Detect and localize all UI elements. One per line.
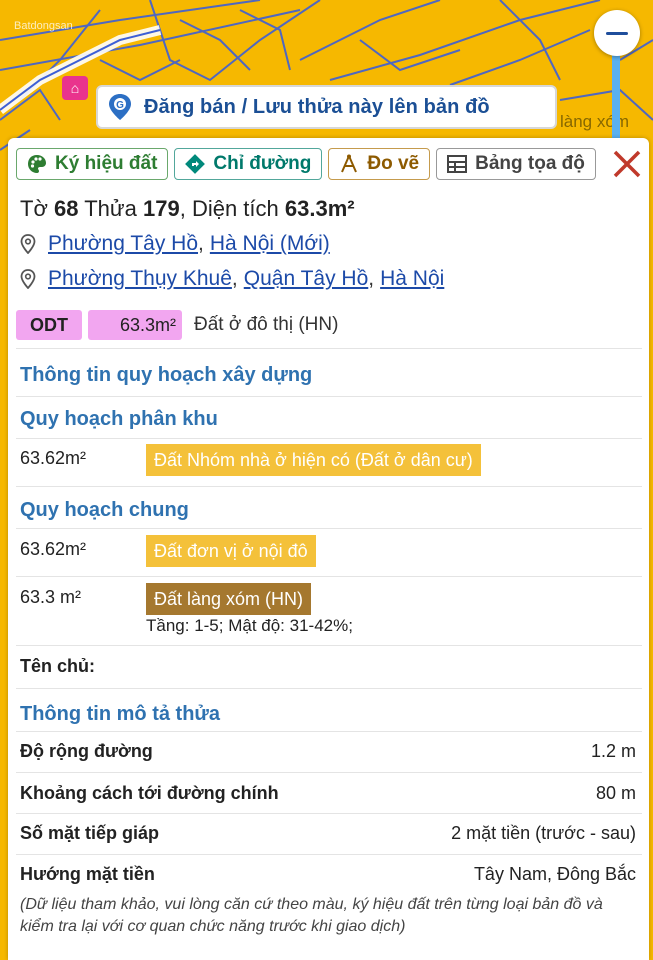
location-g-icon: G: [109, 94, 131, 120]
divider: [16, 486, 642, 487]
divider: [16, 438, 642, 439]
desc-row-road-width: Độ rộng đường 1.2 m: [20, 741, 636, 762]
divider: [16, 772, 642, 773]
measure-icon: [341, 154, 358, 173]
divider: [16, 396, 642, 397]
city-old-link[interactable]: Hà Nội: [380, 267, 444, 291]
land-code-badge: ODT: [16, 310, 82, 340]
disclaimer-text: (Dữ liệu tham khảo, vui lòng căn cứ theo…: [20, 896, 603, 935]
post-parcel-label: Đăng bán / Lưu thửa này lên bản đồ: [144, 95, 490, 118]
divider: [16, 348, 642, 349]
divider: [16, 576, 642, 577]
desc-row-direction: Hướng mặt tiền Tây Nam, Đông Bắc: [20, 864, 636, 885]
directions-button[interactable]: Chỉ đường: [174, 148, 323, 180]
zone-tag: Đất Nhóm nhà ở hiện có (Đất ở dân cư): [146, 444, 481, 476]
coord-table-label: Bảng tọa độ: [475, 153, 585, 174]
address-old: Phường Thụy Khuê, Quận Tây Hồ, Hà Nội: [20, 267, 444, 291]
parcel-number: 179: [142, 196, 180, 221]
general-tag-1: Đất đơn vị ở nội đô: [146, 535, 316, 567]
palette-icon: [28, 155, 46, 173]
desc-row-frontage: Số mặt tiếp giáp 2 mặt tiền (trước - sau…: [20, 823, 636, 844]
general-planning-title: Quy hoạch chung: [20, 499, 189, 521]
general-tag-2: Đất làng xóm (HN): [146, 583, 312, 615]
parcel-title: Tờ 68 Thửa 179, Diện tích 63.3m²: [20, 196, 355, 221]
desc-value: 2 mặt tiền (trước - sau): [451, 823, 636, 843]
map-watermark: Batdongsan: [14, 20, 73, 32]
divider: [16, 731, 642, 732]
divider: [16, 688, 642, 689]
desc-key: Hướng mặt tiền: [20, 864, 155, 884]
location-pin-icon: [20, 234, 36, 254]
zoom-out-button[interactable]: [594, 10, 640, 56]
land-type-desc: Đất ở đô thị (HN): [194, 314, 339, 335]
location-pin-icon: [20, 269, 36, 289]
table-icon: [447, 155, 468, 173]
general-note: Tầng: 1-5; Mật độ: 31-42%;: [146, 616, 353, 635]
divider: [16, 528, 642, 529]
district-old-link[interactable]: Quận Tây Hồ: [244, 267, 369, 291]
desc-value: Tây Nam, Đông Bắc: [473, 864, 636, 884]
general-area-1: 63.62m²: [20, 539, 87, 559]
parcel-area: 63.3m²: [284, 196, 355, 221]
planning-section-title: Thông tin quy hoạch xây dựng: [20, 364, 313, 386]
city-new-link[interactable]: Hà Nội (Mới): [210, 232, 330, 256]
minus-icon: [606, 31, 628, 35]
desc-key: Khoảng cách tới đường chính: [20, 783, 279, 803]
directions-label: Chỉ đường: [213, 153, 312, 174]
ward-new-link[interactable]: Phường Tây Hồ: [48, 232, 198, 256]
parcel-label: Thửa: [84, 196, 137, 221]
area-label: Diện tích: [191, 196, 279, 221]
desc-row-distance: Khoảng cách tới đường chính 80 m: [20, 783, 636, 804]
desc-key: Số mặt tiếp giáp: [20, 823, 160, 843]
general-area-2: 63.3 m²: [20, 587, 82, 607]
divider: [16, 645, 642, 646]
sheet-label: Tờ: [20, 196, 48, 221]
description-section-title: Thông tin mô tả thửa: [20, 703, 221, 725]
coord-table-button[interactable]: Bảng tọa độ: [436, 148, 596, 180]
land-symbol-label: Ký hiệu đất: [55, 153, 158, 174]
parcel-info-panel: Ký hiệu đất Chỉ đường Đo vẽ Bảng tọa độ …: [8, 138, 649, 960]
land-symbol-button[interactable]: Ký hiệu đất: [16, 148, 169, 180]
divider: [16, 854, 642, 855]
zone-area: 63.62m²: [20, 448, 87, 468]
svg-text:G: G: [116, 100, 124, 111]
map-marker-icon[interactable]: ⌂: [62, 76, 88, 100]
desc-value: 1.2 m: [590, 741, 636, 761]
ward-old-link[interactable]: Phường Thụy Khuê: [48, 267, 232, 291]
post-parcel-button[interactable]: G Đăng bán / Lưu thửa này lên bản đồ: [96, 85, 557, 129]
divider: [16, 813, 642, 814]
measure-label: Đo vẽ: [367, 153, 420, 174]
measure-button[interactable]: Đo vẽ: [328, 148, 431, 180]
zone-planning-title: Quy hoạch phân khu: [20, 408, 218, 430]
panel-toolbar: Ký hiệu đất Chỉ đường Đo vẽ Bảng tọa độ: [16, 148, 596, 180]
sheet-number: 68: [54, 196, 79, 221]
desc-key: Độ rộng đường: [20, 741, 153, 761]
close-icon[interactable]: [611, 148, 643, 180]
address-new: Phường Tây Hồ, Hà Nội (Mới): [20, 232, 330, 256]
owner-label: Tên chủ:: [20, 656, 95, 676]
directions-icon: [185, 154, 206, 174]
desc-value: 80 m: [595, 783, 636, 803]
land-area-badge: 63.3m²: [88, 310, 182, 340]
land-type-row: ODT 63.3m² Đất ở đô thị (HN): [16, 310, 338, 340]
